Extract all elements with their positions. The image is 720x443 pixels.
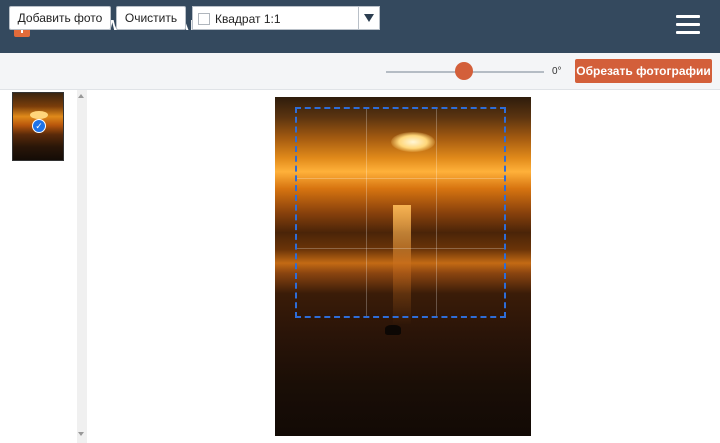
boat-silhouette	[385, 325, 401, 335]
dropdown-arrow-icon[interactable]	[358, 7, 379, 29]
sidebar-scrollbar[interactable]	[77, 90, 87, 443]
thumbnail-sun	[30, 111, 48, 119]
thumbnail-sidebar	[0, 90, 75, 443]
rotation-slider-thumb[interactable]	[455, 62, 473, 80]
rotation-value: 0°	[552, 66, 562, 77]
scroll-down-icon[interactable]	[78, 432, 84, 436]
add-photo-button[interactable]: Добавить фото	[9, 6, 111, 30]
crop-frame[interactable]	[295, 107, 506, 318]
aspect-checkbox[interactable]	[198, 13, 210, 25]
aspect-ratio-select[interactable]: Квадрат 1:1	[192, 6, 380, 30]
crop-photos-button[interactable]: Обрезать фотографии	[575, 59, 712, 83]
scroll-up-icon[interactable]	[78, 94, 84, 98]
selected-check-icon[interactable]: ✓	[32, 119, 46, 133]
hamburger-menu-icon[interactable]	[676, 15, 700, 37]
aspect-ratio-value: Квадрат 1:1	[215, 12, 281, 26]
clear-button[interactable]: Очистить	[116, 6, 186, 30]
